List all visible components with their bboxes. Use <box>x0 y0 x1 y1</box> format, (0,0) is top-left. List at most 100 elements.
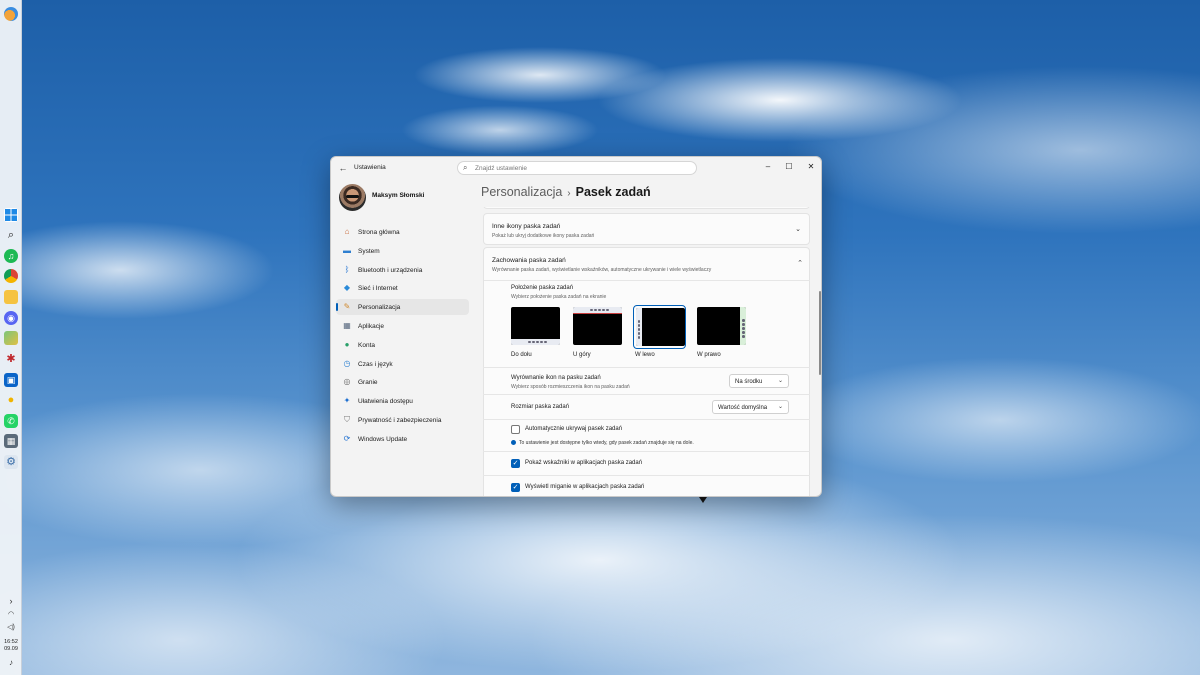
behaviors-subtitle: Wyrównanie paska zadań, wyświetlanie wsk… <box>492 267 712 273</box>
wifi-icon: ◆ <box>343 283 351 292</box>
sidebar-item-privacy[interactable]: ⛉ Prywatność i zabezpieczenia <box>336 412 469 428</box>
whatsapp-icon[interactable]: ✆ <box>4 414 18 428</box>
shield-icon: ⛉ <box>344 415 350 424</box>
sidebar-item-label: Konta <box>358 342 375 349</box>
sidebar-item-label: Ułatwienia dostępu <box>358 398 413 405</box>
brush-icon: ✎ <box>343 302 351 311</box>
card-partial-top <box>483 207 810 209</box>
size-dropdown[interactable]: Wartość domyślna ⌄ <box>712 400 789 414</box>
spotify-icon[interactable]: ♫ <box>4 249 18 263</box>
divider <box>483 367 810 368</box>
avatar[interactable] <box>339 184 366 211</box>
sidebar-item-apps[interactable]: ▦ Aplikacje <box>336 318 469 334</box>
volume-icon[interactable]: ◁) <box>0 624 22 631</box>
chevron-right-icon[interactable]: › <box>0 597 22 606</box>
chevron-down-icon[interactable]: ⌄ <box>795 225 801 233</box>
alignment-value: Na środku <box>735 378 763 385</box>
alignment-subtitle: Wybierz sposób rozmieszczenia ikon na pa… <box>511 384 630 390</box>
position-label-left: W lewo <box>635 352 655 358</box>
position-option-top[interactable] <box>571 305 624 349</box>
app-title: Ustawienia <box>354 164 386 171</box>
position-subtitle: Wybierz położenie paska zadań na ekranie <box>511 294 607 300</box>
position-option-bottom[interactable] <box>509 305 562 349</box>
photo-app-icon[interactable] <box>4 331 18 345</box>
outlook-icon[interactable]: ▣ <box>4 373 18 387</box>
size-value: Wartość domyślna <box>718 404 768 411</box>
search-input[interactable]: ⌕ Znajdź ustawienie <box>457 161 697 175</box>
puzzle-app-icon[interactable]: ✱ <box>4 352 18 366</box>
search-icon[interactable]: ⌕ <box>4 228 18 242</box>
other-icons-subtitle: Pokaż lub ukryj dodatkowe ikony paska za… <box>492 233 595 239</box>
monitor-icon: ▬ <box>343 246 351 255</box>
person-icon: ● <box>344 340 350 349</box>
sidebar-item-gaming[interactable]: ◎ Granie <box>336 374 469 390</box>
sidebar-item-accounts[interactable]: ● Konta <box>336 337 469 353</box>
divider <box>483 419 810 420</box>
alignment-dropdown[interactable]: Na środku ⌄ <box>729 374 789 388</box>
search-icon: ⌕ <box>463 163 468 172</box>
autohide-label: Automatycznie ukrywaj pasek zadań <box>525 426 623 432</box>
flashing-checkbox[interactable]: ✓ <box>511 483 520 492</box>
divider <box>483 475 810 476</box>
profile-name[interactable]: Maksym Słomski <box>372 192 424 199</box>
update-icon: ⟳ <box>343 434 351 443</box>
other-icons-title: Inne ikony paska zadań <box>492 223 561 230</box>
sidebar-item-label: Granie <box>358 379 378 386</box>
chrome-icon[interactable] <box>4 269 18 283</box>
position-option-left[interactable] <box>633 305 686 349</box>
calculator-icon[interactable]: ▦ <box>4 434 18 448</box>
size-title: Rozmiar paska zadań <box>511 404 570 410</box>
mouse-cursor-icon <box>699 497 707 503</box>
start-icon[interactable] <box>4 208 18 222</box>
close-button[interactable]: ✕ <box>803 160 819 174</box>
apps-icon: ▦ <box>343 321 351 330</box>
taskbar: ⌕ ♫ ◉ ✱ ▣ ● ✆ ▦ ⚙ › ◠ ◁) 16:52 09.09 ♪ <box>0 0 22 675</box>
title-bar: ← Ustawienia ⌕ Znajdź ustawienie – ☐ ✕ <box>331 157 821 179</box>
tips-bulb-icon[interactable]: ● <box>4 393 18 407</box>
other-taskbar-icons-card[interactable]: Inne ikony paska zadań Pokaż lub ukryj d… <box>483 213 810 245</box>
sidebar-item-personalization[interactable]: ✎ Personalizacja <box>336 299 469 315</box>
minimize-button[interactable]: – <box>760 160 776 174</box>
sidebar-item-network[interactable]: ◆ Sieć i Internet <box>336 280 469 296</box>
sidebar-item-label: Aplikacje <box>358 323 385 330</box>
settings-gear-icon[interactable]: ⚙ <box>4 455 18 469</box>
sidebar-item-windows-update[interactable]: ⟳ Windows Update <box>336 431 469 447</box>
position-label-right: W prawo <box>697 352 721 358</box>
position-label-bottom: Do dołu <box>511 352 532 358</box>
main-content: Inne ikony paska zadań Pokaż lub ukryj d… <box>483 207 810 496</box>
notification-bell-icon[interactable]: ♪ <box>0 659 22 667</box>
maximize-button[interactable]: ☐ <box>781 160 797 174</box>
sidebar-item-label: Czas i język <box>358 361 393 368</box>
sidebar-item-time-language[interactable]: ◷ Czas i język <box>336 356 469 372</box>
clock-date[interactable]: 09.09 <box>0 646 22 653</box>
discord-icon[interactable]: ◉ <box>4 311 18 325</box>
sidebar-item-bluetooth[interactable]: ᛒ Bluetooth i urządzenia <box>336 262 469 278</box>
scrollbar[interactable] <box>819 291 821 375</box>
autohide-checkbox[interactable] <box>511 425 520 434</box>
info-icon <box>511 440 516 445</box>
indicators-checkbox[interactable]: ✓ <box>511 459 520 468</box>
chevron-down-icon: ⌄ <box>777 378 783 384</box>
sidebar-item-system[interactable]: ▬ System <box>336 243 469 259</box>
autohide-info: To ustawienie jest dostępne tylko wtedy,… <box>519 440 694 446</box>
chevron-up-icon[interactable]: ⌃ <box>797 259 803 267</box>
home-icon: ⌂ <box>344 227 350 236</box>
divider <box>483 394 810 395</box>
search-placeholder: Znajdź ustawienie <box>475 165 528 172</box>
position-title: Położenie paska zadań <box>511 285 574 291</box>
sidebar-item-label: Sieć i Internet <box>358 285 398 292</box>
position-option-right[interactable] <box>695 305 748 349</box>
breadcrumb: Personalizacja › Pasek zadań <box>481 185 651 199</box>
file-explorer-icon[interactable] <box>4 290 18 304</box>
sidebar-item-home[interactable]: ⌂ Strona główna <box>336 224 469 240</box>
clock-time[interactable]: 16:52 <box>0 639 22 646</box>
sidebar-item-label: Strona główna <box>358 229 400 236</box>
behaviors-header[interactable]: Zachowania paska zadań Wyrównanie paska … <box>484 248 810 280</box>
back-arrow-icon[interactable]: ← <box>337 162 349 174</box>
sidebar-item-label: Windows Update <box>358 436 408 443</box>
indicators-label: Pokaż wskaźniki w aplikacjach paska zada… <box>525 460 643 466</box>
weather-icon[interactable] <box>4 7 18 21</box>
network-icon[interactable]: ◠ <box>0 611 22 618</box>
breadcrumb-parent[interactable]: Personalizacja <box>481 185 562 199</box>
sidebar-item-accessibility[interactable]: ✦ Ułatwienia dostępu <box>336 393 469 409</box>
